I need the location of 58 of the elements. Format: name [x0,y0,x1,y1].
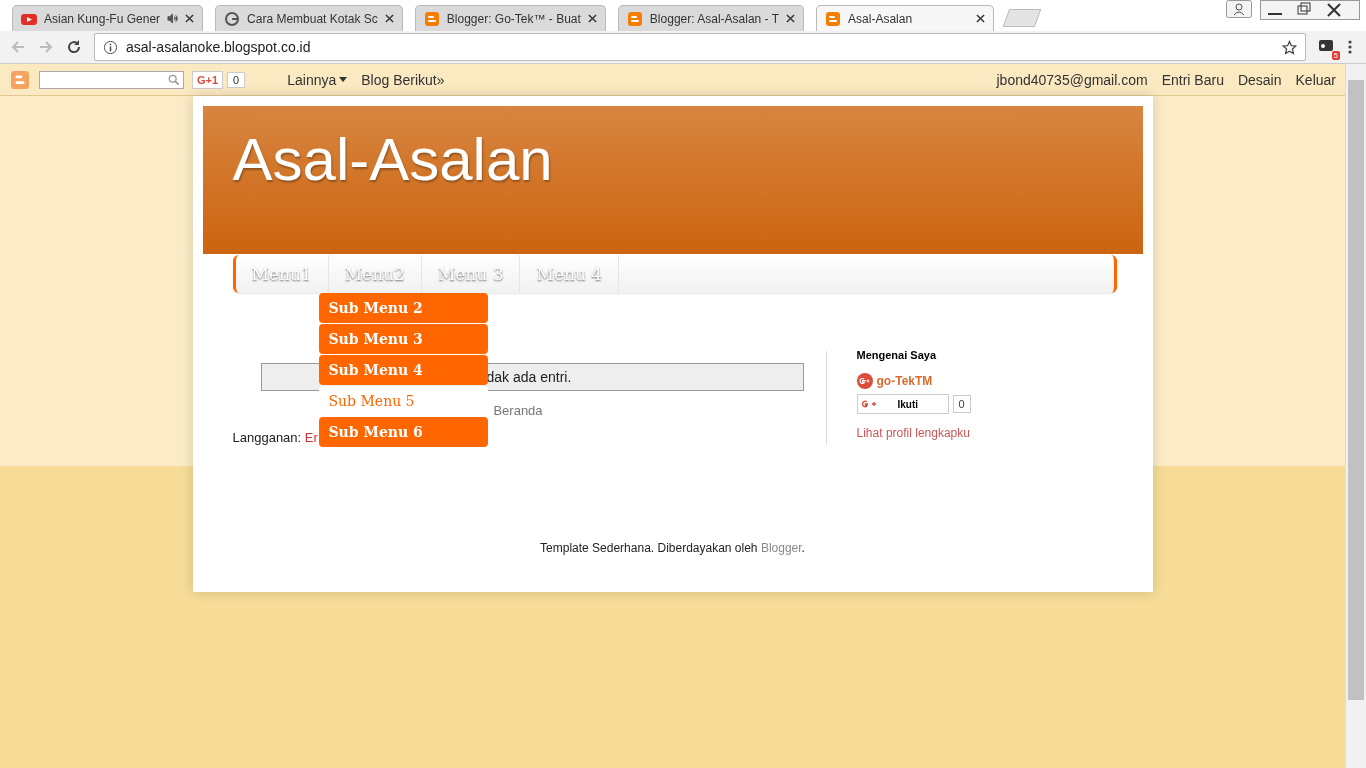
submenu-item[interactable]: Sub Menu 3 [318,324,488,354]
tab-favicon-icon [626,10,643,27]
submenu-item[interactable]: Sub Menu 4 [318,355,488,385]
footer-period: . [801,541,805,555]
navbar-link[interactable]: Keluar [1295,71,1336,88]
close-icon[interactable] [786,14,796,23]
plus-one-count: 0 [227,71,246,88]
browser-tab[interactable]: Blogger: Go-Tek™ - Buat [414,5,606,31]
user-icon[interactable] [1226,0,1252,18]
tab-title: Cara Membuat Kotak Sc [247,11,378,26]
google-plus-icon [856,373,873,389]
browser-tab[interactable]: Blogger: Asal-Asalan - T [617,5,805,31]
close-icon[interactable] [384,14,394,23]
tab-favicon-icon [825,10,842,27]
tab-title: Blogger: Asal-Asalan - T [649,11,780,26]
follow-button[interactable]: Ikuti [856,394,949,414]
submenu-item[interactable]: Sub Menu 2 [318,293,488,323]
menu-icon[interactable] [1348,39,1352,55]
menu-item[interactable]: Menu 4 [520,255,620,293]
blog-title[interactable]: Asal-Asalan [232,130,1113,190]
follower-count: 0 [952,395,971,413]
profile-link[interactable]: Lihat profil lengkapku [856,426,1113,440]
blogger-link[interactable]: Blogger [760,541,802,555]
subscribe-label: Langganan: [232,430,302,445]
bookmark-star-icon[interactable] [1282,39,1297,55]
navbar-link[interactable]: Desain [1237,71,1282,88]
reload-icon[interactable] [66,39,82,55]
tab-title: Asian Kung-Fu Gener [44,11,161,26]
address-field[interactable]: asal-asalanoke.blogspot.co.id [94,33,1306,61]
navbar-link[interactable]: jbond40735@gmail.com [996,71,1148,88]
submenu-item[interactable]: Sub Menu 6 [318,417,488,447]
google-plus-icon [861,399,878,409]
tab-title: Asal-Asalan [848,11,914,26]
browser-tab[interactable]: Cara Membuat Kotak Sc [215,5,403,31]
caret-icon [339,77,348,82]
navbar-link[interactable]: Blog Berikut» [361,71,445,88]
browser-tab[interactable]: Asian Kung-Fu Gener [12,5,204,31]
tab-favicon-icon [423,10,440,27]
footer-text: Template Sederhana. Diberdayakan oleh Blogger. [539,541,806,555]
profile-name-link[interactable]: go-TekTM [876,374,933,388]
close-icon[interactable] [587,14,597,23]
close-icon[interactable] [185,14,195,23]
navbar-link[interactable]: Lainnya [287,71,348,88]
close-icon[interactable] [976,14,986,23]
browser-tab[interactable]: Asal-Asalan [816,5,995,31]
scrollbar[interactable] [1345,64,1366,768]
navbar-link[interactable]: Entri Baru [1161,71,1224,88]
search-field[interactable] [39,70,184,89]
search-icon [168,73,180,86]
info-icon [103,39,118,55]
subscribe-link[interactable]: Er [304,430,318,445]
extension-icon[interactable] [1318,38,1334,54]
tab-favicon-icon [224,10,241,27]
tab-title: Blogger: Go-Tek™ - Buat [446,11,581,26]
window-controls-drawing[interactable] [1260,0,1360,20]
widget-heading: Mengenai Saya [856,349,938,361]
extension-badge: 5 [1331,51,1340,60]
plus-one-button[interactable]: G+1 [192,70,224,89]
